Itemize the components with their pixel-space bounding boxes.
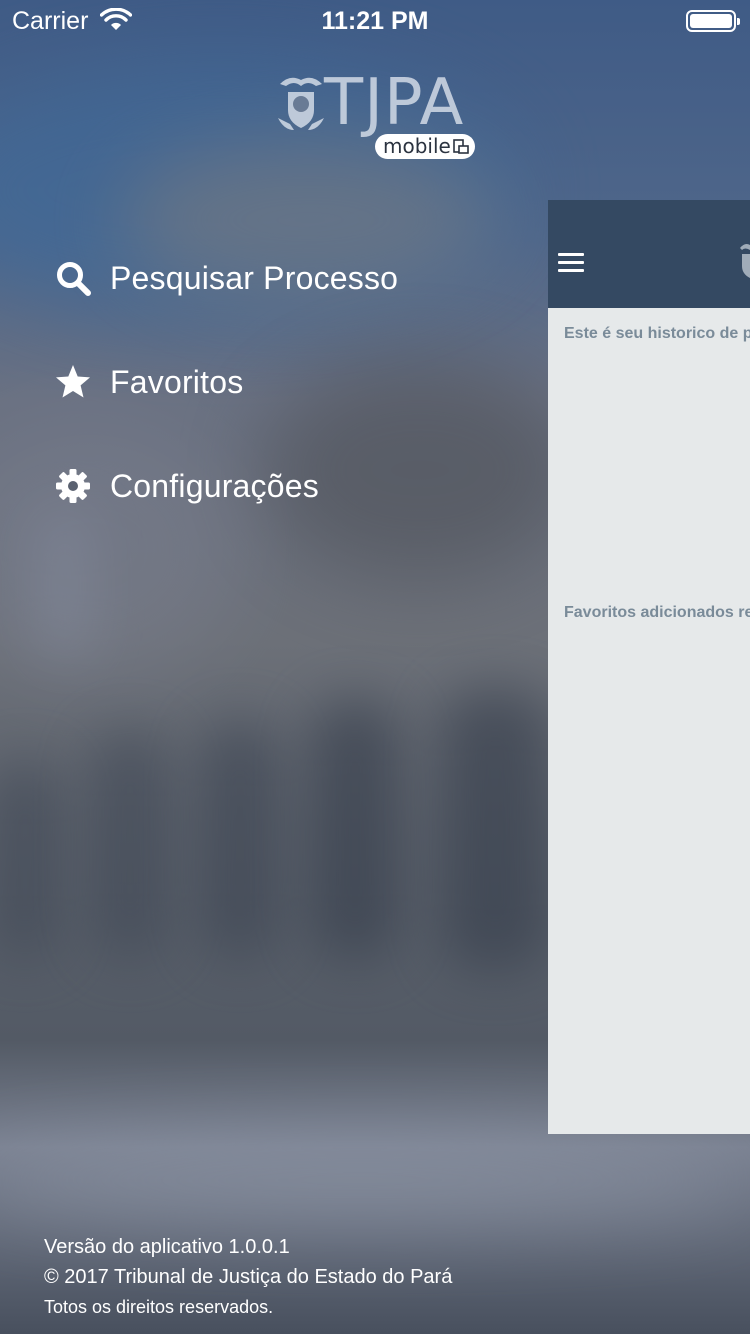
app-version: Versão do aplicativo 1.0.0.1 — [44, 1236, 290, 1258]
menu-item-label: Favoritos — [110, 363, 244, 400]
menu-item-label: Configurações — [110, 467, 319, 504]
mobile-badge-label: mobile — [383, 134, 451, 158]
menu-item-configuracoes[interactable]: Configurações — [54, 456, 474, 516]
devices-icon — [453, 139, 469, 154]
menu-item-favoritos[interactable]: Favoritos — [54, 352, 474, 412]
navigation-bar — [548, 200, 750, 308]
gear-icon — [54, 467, 92, 505]
menu-item-pesquisar-processo[interactable]: Pesquisar Processo — [54, 248, 474, 308]
star-icon — [54, 363, 92, 401]
crest-icon — [278, 77, 324, 130]
status-time: 11:21 PM — [321, 7, 429, 35]
hamburger-menu-icon[interactable] — [558, 253, 584, 273]
crest-icon — [740, 244, 750, 278]
status-bar: Carrier 11:21 PM — [0, 0, 750, 40]
battery-icon — [686, 10, 740, 32]
favorites-section-title: Favoritos adicionados recen — [564, 604, 750, 621]
logo-wordmark: TJPA — [324, 66, 465, 140]
main-content-panel[interactable]: Este é seu historico de pesq Favoritos a… — [548, 200, 750, 1134]
rights-text: Totos os direitos reservados. — [44, 1297, 274, 1317]
history-section-title: Este é seu historico de pesq — [564, 325, 750, 342]
app-footer: Versão do aplicativo 1.0.0.1 © 2017 Trib… — [44, 1232, 452, 1322]
copyright-text: © 2017 Tribunal de Justiça do Estado do … — [44, 1266, 453, 1288]
search-icon — [54, 259, 92, 297]
menu-item-label: Pesquisar Processo — [110, 259, 399, 296]
app-logo: TJPA mobile — [276, 66, 476, 162]
mobile-badge: mobile — [375, 134, 475, 159]
